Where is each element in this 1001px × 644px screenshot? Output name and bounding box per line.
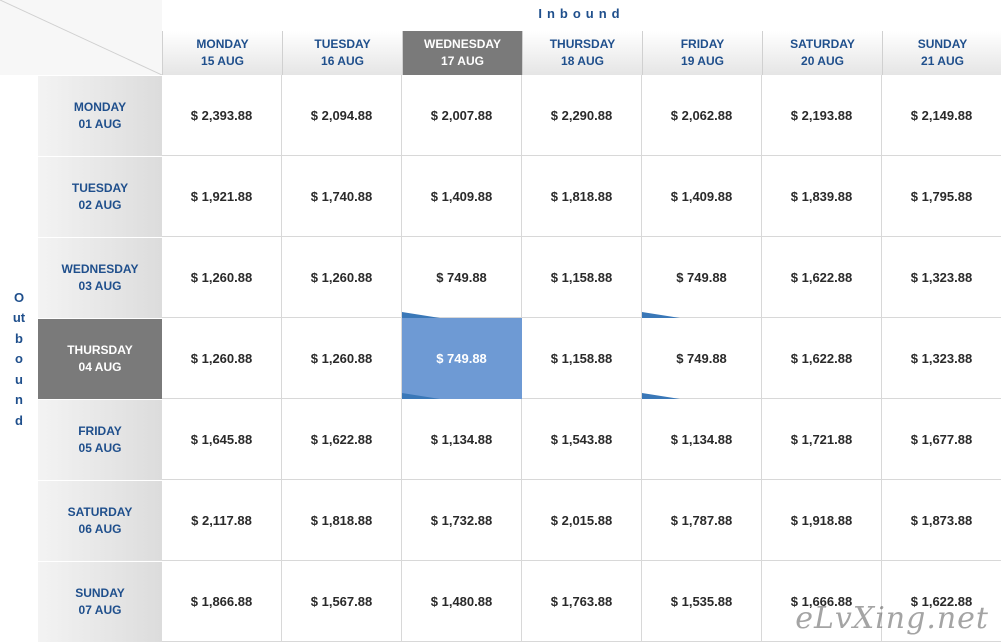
column-date: 17 AUG [441,54,484,68]
fare-cell[interactable]: $ 1,740.88 [282,156,402,237]
fare-cell[interactable]: $ 1,260.88 [162,318,282,399]
fare-cell[interactable]: $ 2,062.88 [642,75,762,156]
fare-cell[interactable]: $ 1,795.88 [882,156,1001,237]
inbound-column-header[interactable]: FRIDAY 19 AUG [642,31,762,75]
fare-cell[interactable]: $ 1,409.88 [402,156,522,237]
outbound-axis-text: Outbound [12,290,26,428]
fare-cell[interactable]: $ 1,260.88 [282,237,402,318]
fare-cell[interactable]: $ 749.88 [642,318,762,399]
fare-cell[interactable]: $ 1,622.88 [762,237,882,318]
corner-diagonal [0,0,162,75]
column-date: 21 AUG [921,54,964,68]
fare-cell[interactable]: $ 2,149.88 [882,75,1001,156]
fare-cell[interactable]: $ 2,007.88 [402,75,522,156]
fare-cell[interactable]: $ 1,732.88 [402,480,522,561]
row-day: TUESDAY [71,181,129,195]
outbound-row-header[interactable]: FRIDAY 05 AUG [38,399,162,480]
fare-cell[interactable]: $ 1,645.88 [162,399,282,480]
grid-corner [0,0,162,75]
fare-cell[interactable]: $ 1,480.88 [402,561,522,642]
fare-cell[interactable]: $ 2,094.88 [282,75,402,156]
fare-cell[interactable]: $ 1,787.88 [642,480,762,561]
inbound-column-header[interactable]: SATURDAY 20 AUG [762,31,882,75]
column-day: FRIDAY [680,37,725,51]
column-date: 16 AUG [321,54,364,68]
column-date: 20 AUG [801,54,844,68]
outbound-row-header[interactable]: MONDAY 01 AUG [38,75,162,156]
row-date: 02 AUG [78,198,122,212]
fare-cell[interactable]: $ 1,873.88 [882,480,1001,561]
watermark: eLvXing.net [795,601,989,636]
fare-cell[interactable]: $ 1,260.88 [162,237,282,318]
fare-cell[interactable]: $ 1,158.88 [522,318,642,399]
fare-cell[interactable]: $ 1,622.88 [762,318,882,399]
row-date: 07 AUG [78,603,122,617]
inbound-column-header[interactable]: THURSDAY 18 AUG [522,31,642,75]
fare-cell[interactable]: $ 1,677.88 [882,399,1001,480]
outbound-row-header[interactable]: WEDNESDAY 03 AUG [38,237,162,318]
outbound-axis-label: Outbound [0,75,38,644]
fare-cell[interactable]: $ 1,921.88 [162,156,282,237]
row-date: 01 AUG [78,117,122,131]
inbound-column-header[interactable]: SUNDAY 21 AUG [882,31,1001,75]
outbound-row-header[interactable]: SATURDAY 06 AUG [38,480,162,561]
selected-fare-cell[interactable]: $ 749.88 [402,318,522,399]
fare-cell[interactable]: $ 1,818.88 [522,156,642,237]
fare-cell[interactable]: $ 1,260.88 [282,318,402,399]
fare-cell[interactable]: $ 1,866.88 [162,561,282,642]
column-day: THURSDAY [549,37,616,51]
outbound-row-header[interactable]: SUNDAY 07 AUG [38,561,162,642]
fare-cell[interactable]: $ 749.88 [402,237,522,318]
fare-cell[interactable]: $ 2,117.88 [162,480,282,561]
fare-cell[interactable]: $ 1,323.88 [882,237,1001,318]
fare-cell[interactable]: $ 1,134.88 [642,399,762,480]
fare-cell[interactable]: $ 1,134.88 [402,399,522,480]
fare-cell[interactable]: $ 2,193.88 [762,75,882,156]
inbound-axis-label: Inbound [538,6,625,21]
fare-cell[interactable]: $ 1,543.88 [522,399,642,480]
fare-cell[interactable]: $ 1,535.88 [642,561,762,642]
column-day: SUNDAY [917,37,968,51]
column-day: MONDAY [196,37,249,51]
column-day: TUESDAY [314,37,371,51]
fare-cell[interactable]: $ 1,818.88 [282,480,402,561]
fare-cell[interactable]: $ 2,015.88 [522,480,642,561]
column-date: 15 AUG [201,54,244,68]
column-date: 19 AUG [681,54,724,68]
fare-cell[interactable]: $ 2,393.88 [162,75,282,156]
row-day: SATURDAY [67,505,133,519]
outbound-row-header[interactable]: THURSDAY 04 AUG [38,318,162,399]
column-day: WEDNESDAY [424,37,501,51]
fare-cell[interactable]: $ 1,323.88 [882,318,1001,399]
outbound-row-header[interactable]: TUESDAY 02 AUG [38,156,162,237]
inbound-column-header[interactable]: TUESDAY 16 AUG [282,31,402,75]
fare-cell[interactable]: $ 1,721.88 [762,399,882,480]
row-date: 05 AUG [78,441,122,455]
fare-cell[interactable]: $ 1,158.88 [522,237,642,318]
inbound-column-header[interactable]: MONDAY 15 AUG [162,31,282,75]
fare-cell[interactable]: $ 1,409.88 [642,156,762,237]
row-day: FRIDAY [78,424,122,438]
inbound-column-header[interactable]: WEDNESDAY 17 AUG [402,31,522,75]
fare-cell[interactable]: $ 1,622.88 [282,399,402,480]
row-date: 06 AUG [78,522,122,536]
row-date: 03 AUG [78,279,122,293]
column-day: SATURDAY [790,37,855,51]
fare-cell[interactable]: $ 1,918.88 [762,480,882,561]
row-day: SUNDAY [75,586,125,600]
fare-cell[interactable]: $ 2,290.88 [522,75,642,156]
fare-cell[interactable]: $ 1,567.88 [282,561,402,642]
fare-cell[interactable]: $ 749.88 [642,237,762,318]
row-day: THURSDAY [67,343,133,357]
row-date: 04 AUG [78,360,122,374]
fare-cell[interactable]: $ 1,763.88 [522,561,642,642]
row-day: WEDNESDAY [61,262,139,276]
row-day: MONDAY [73,100,127,114]
column-date: 18 AUG [561,54,604,68]
fare-cell[interactable]: $ 1,839.88 [762,156,882,237]
